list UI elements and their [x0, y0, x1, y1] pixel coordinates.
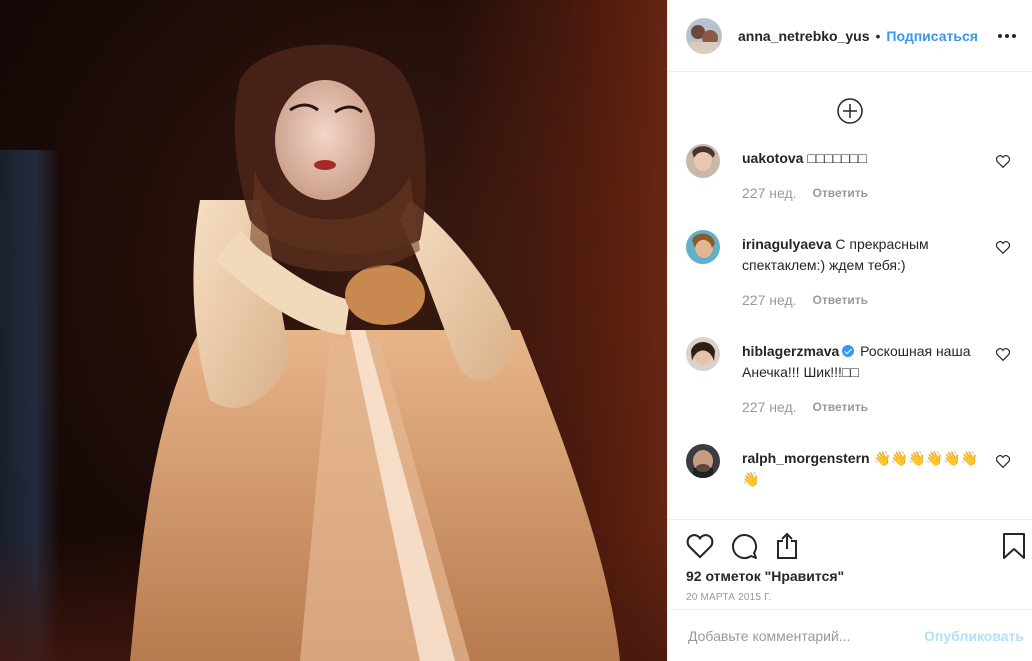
comment-item: irinagulyaeva С прекрасным спектаклем:) … — [668, 230, 1032, 311]
heart-icon[interactable] — [996, 348, 1010, 361]
commenter-avatar[interactable] — [686, 444, 720, 478]
post-photo[interactable] — [0, 0, 667, 661]
comment-age[interactable]: 227 нед. — [742, 183, 797, 204]
header-separator: • — [875, 27, 881, 44]
comment-input[interactable] — [686, 626, 925, 645]
reply-button[interactable]: Ответить — [813, 290, 868, 311]
post-actions: 92 отметок "Нравится" 20 МАРТА 2015 Г. — [668, 519, 1032, 609]
comment-username[interactable]: hiblagerzmava — [742, 343, 839, 359]
more-options-icon[interactable] — [998, 33, 1016, 38]
bookmark-icon[interactable] — [1002, 532, 1026, 560]
share-icon[interactable] — [774, 532, 800, 560]
post-header: anna_netrebko_yus • Подписаться — [668, 0, 1032, 72]
commenter-avatar[interactable] — [686, 144, 720, 178]
heart-icon[interactable] — [996, 155, 1010, 168]
comment-text: □□□□□□□ — [807, 150, 867, 166]
commenter-avatar[interactable] — [686, 337, 720, 371]
verified-badge-icon — [842, 345, 855, 357]
heart-icon[interactable] — [686, 533, 714, 559]
heart-icon[interactable] — [996, 455, 1010, 468]
author-avatar[interactable] — [686, 17, 722, 54]
comment-username[interactable]: irinagulyaeva — [742, 236, 832, 252]
reply-button[interactable]: Ответить — [813, 183, 868, 204]
likes-count[interactable]: 92 отметок "Нравится" — [686, 568, 1016, 584]
author-username[interactable]: anna_netrebko_yus — [738, 28, 870, 44]
comments-list[interactable]: uakotova □□□□□□□ 227 нед. Ответить irina… — [668, 72, 1032, 519]
follow-button[interactable]: Подписаться — [886, 28, 978, 44]
comments-panel: anna_netrebko_yus • Подписаться uakotova… — [667, 0, 1032, 661]
comment-icon[interactable] — [730, 532, 758, 560]
comment-item: hiblagerzmava Роскошная наша Анечка!!! Ш… — [668, 337, 1032, 418]
reply-button[interactable]: Ответить — [813, 397, 868, 418]
comment-username[interactable]: ralph_morgenstern — [742, 450, 870, 466]
post-viewer: anna_netrebko_yus • Подписаться uakotova… — [0, 0, 1032, 661]
comment-item: uakotova □□□□□□□ 227 нед. Ответить — [668, 144, 1032, 204]
publish-button[interactable]: Опубликовать — [924, 628, 1024, 644]
load-more-comments-icon[interactable] — [837, 98, 863, 124]
comment-age[interactable]: 227 нед. — [742, 397, 797, 418]
comment-username[interactable]: uakotova — [742, 150, 803, 166]
comment-age[interactable]: 227 нед. — [742, 290, 797, 311]
performer-figure — [130, 44, 620, 661]
comment-item: ralph_morgenstern 👋👋👋👋👋👋👋 — [668, 444, 1032, 490]
comment-composer: Опубликовать — [668, 609, 1032, 661]
post-date[interactable]: 20 МАРТА 2015 Г. — [686, 592, 1016, 603]
load-more-comments-button[interactable] — [668, 72, 1032, 124]
commenter-avatar[interactable] — [686, 230, 720, 264]
heart-icon[interactable] — [996, 241, 1010, 254]
